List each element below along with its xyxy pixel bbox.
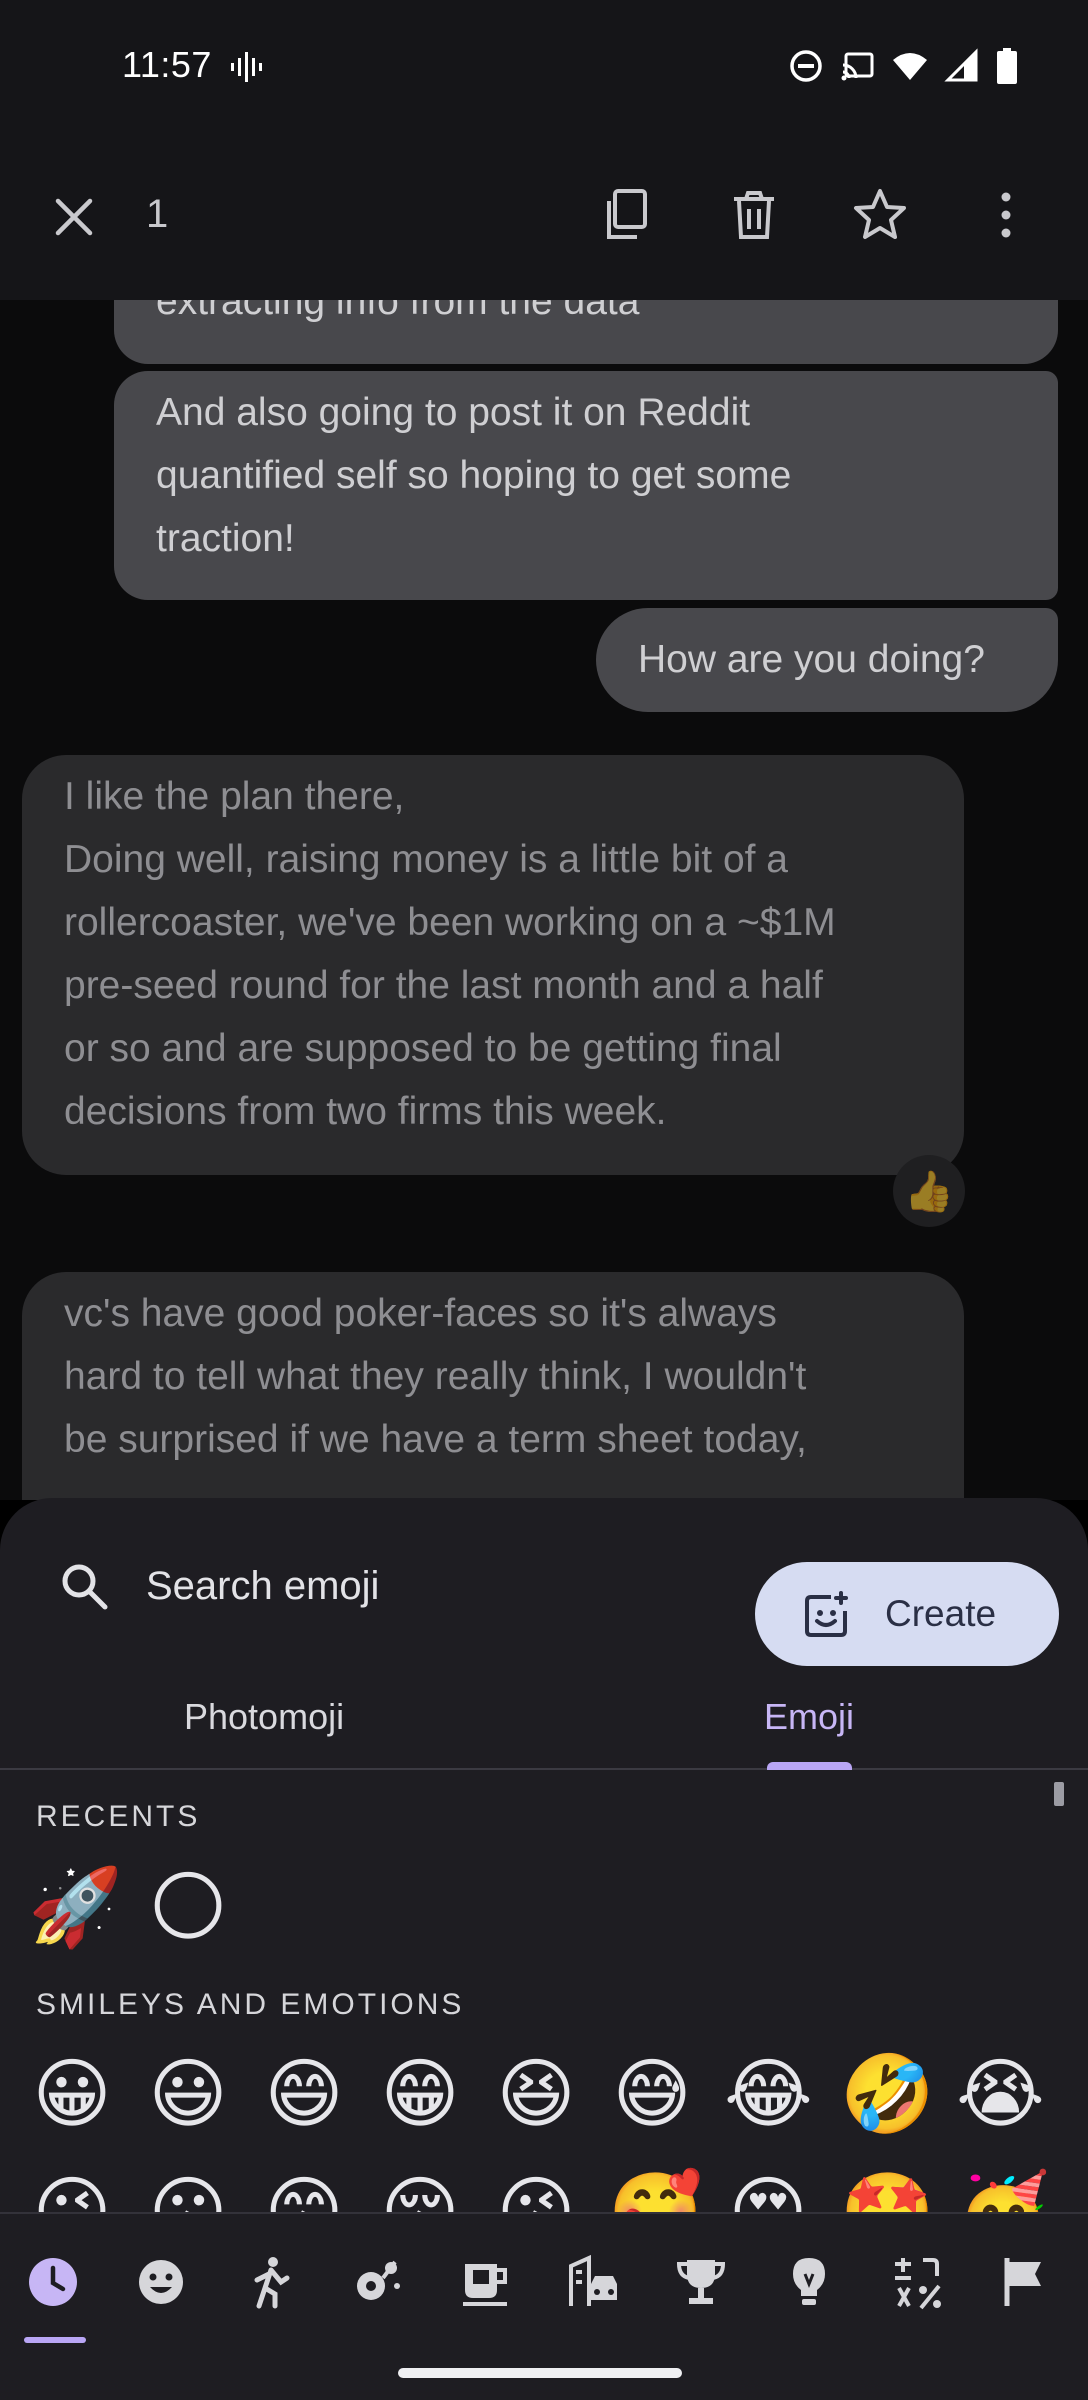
status-icons: [788, 48, 1018, 84]
nature-icon[interactable]: [349, 2254, 405, 2310]
more-vert-icon[interactable]: [976, 185, 1036, 245]
message-bubble-outgoing[interactable]: extracting info from the data: [114, 300, 1058, 364]
recents-clock-icon[interactable]: [25, 2254, 81, 2310]
emoji-laughing[interactable]: 😆: [492, 2050, 580, 2138]
emoji-search-row: Create: [0, 1530, 1088, 1666]
flag-icon[interactable]: [997, 2254, 1053, 2310]
section-title-smileys: SMILEYS AND EMOTIONS: [36, 1988, 465, 2021]
emoji-category-bar: [0, 2212, 1088, 2400]
message-text: pre-seed round for the last month and a …: [64, 964, 823, 1007]
emoji-tabs: Photomoji Emoji: [0, 1688, 1088, 1770]
delete-icon[interactable]: [724, 185, 784, 245]
create-button[interactable]: Create: [755, 1562, 1059, 1666]
message-text: I like the plan there,: [64, 775, 405, 818]
thumbs-up-reaction: 👍: [904, 1168, 954, 1215]
selection-app-bar: 1: [0, 135, 1088, 300]
emoji-smile[interactable]: 😄: [260, 2050, 348, 2138]
battery-icon: [997, 48, 1017, 84]
emoji-smiley[interactable]: 😃: [144, 2050, 232, 2138]
emoji-full-moon[interactable]: 🌕: [144, 1863, 232, 1951]
message-text: extracting info from the data: [156, 300, 640, 323]
emoji-grinning[interactable]: 😀: [28, 2050, 116, 2138]
emoji-search-input[interactable]: [146, 1548, 706, 1624]
close-selection-button[interactable]: [48, 191, 100, 243]
message-bubble-outgoing[interactable]: How are you doing?: [596, 608, 1058, 712]
message-text: traction!: [156, 517, 295, 560]
create-sticker-icon: [805, 1591, 848, 1637]
message-bubble-incoming[interactable]: I like the plan there, Doing well, raisi…: [22, 755, 964, 1175]
gesture-navigation-bar[interactable]: [398, 2368, 682, 2378]
food-icon[interactable]: [457, 2254, 513, 2310]
copy-icon[interactable]: [598, 185, 658, 245]
message-text: rollercoaster, we've been working on a ~…: [64, 901, 836, 944]
message-text: quantified self so hoping to get some: [156, 454, 792, 497]
smiley-icon[interactable]: [133, 2254, 189, 2310]
emoji-rofl[interactable]: 🤣: [840, 2050, 935, 2138]
emoji-joy[interactable]: 😂: [724, 2050, 813, 2138]
message-bubble-incoming[interactable]: vc's have good poker-faces so it's alway…: [22, 1272, 964, 1500]
active-category-indicator: [24, 2337, 86, 2343]
person-icon[interactable]: [241, 2254, 297, 2310]
emoji-sweat-smile[interactable]: 😅: [608, 2050, 696, 2138]
recents-emoji-row: 🚀 🌕: [28, 1863, 232, 1951]
tab-photomoji[interactable]: Photomoji: [184, 1696, 344, 1738]
activity-trophy-icon[interactable]: [673, 2254, 729, 2310]
smileys-emoji-row-1: 😀 😃 😄 😁 😆 😅 😂 🤣 😭: [28, 2050, 1044, 2138]
search-icon: [62, 1564, 108, 1610]
scrollbar-thumb[interactable]: [1054, 1782, 1064, 1806]
tab-emoji[interactable]: Emoji: [764, 1696, 854, 1738]
message-text: How are you doing?: [638, 638, 985, 681]
symbols-icon[interactable]: [889, 2254, 945, 2310]
message-text: be surprised if we have a term sheet tod…: [64, 1418, 807, 1461]
message-text: vc's have good poker-faces so it's alway…: [64, 1292, 777, 1335]
message-text: decisions from two firms this week.: [64, 1090, 667, 1133]
message-text: And also going to post it on Reddit: [156, 391, 751, 434]
objects-bulb-icon[interactable]: [781, 2254, 837, 2310]
message-list[interactable]: extracting info from the data And also g…: [0, 300, 1088, 1500]
do-not-disturb-icon: [790, 50, 822, 82]
cast-icon: [841, 52, 874, 81]
travel-icon[interactable]: [565, 2254, 621, 2310]
create-button-label: Create: [885, 1593, 997, 1634]
emoji-rocket[interactable]: 🚀: [28, 1863, 123, 1951]
voice-recorder-icon: [231, 52, 262, 82]
status-time: 11:57: [122, 44, 212, 85]
emoji-sob[interactable]: 😭: [956, 2050, 1045, 2138]
signal-icon: [944, 48, 978, 82]
message-text: hard to tell what they really think, I w…: [64, 1355, 807, 1398]
wifi-icon: [893, 53, 927, 80]
section-title-recents: RECENTS: [36, 1800, 201, 1833]
selected-count: 1: [146, 192, 169, 236]
status-bar: 11:57: [0, 0, 1088, 135]
star-icon[interactable]: [850, 185, 910, 245]
message-bubble-outgoing[interactable]: And also going to post it on Reddit quan…: [114, 371, 1058, 600]
active-tab-indicator: [767, 1762, 852, 1770]
message-text: or so and are supposed to be getting fin…: [64, 1027, 782, 1070]
reaction-badge[interactable]: 👍: [893, 1155, 965, 1227]
emoji-grin[interactable]: 😁: [376, 2050, 464, 2138]
message-text: Doing well, raising money is a little bi…: [64, 838, 788, 881]
